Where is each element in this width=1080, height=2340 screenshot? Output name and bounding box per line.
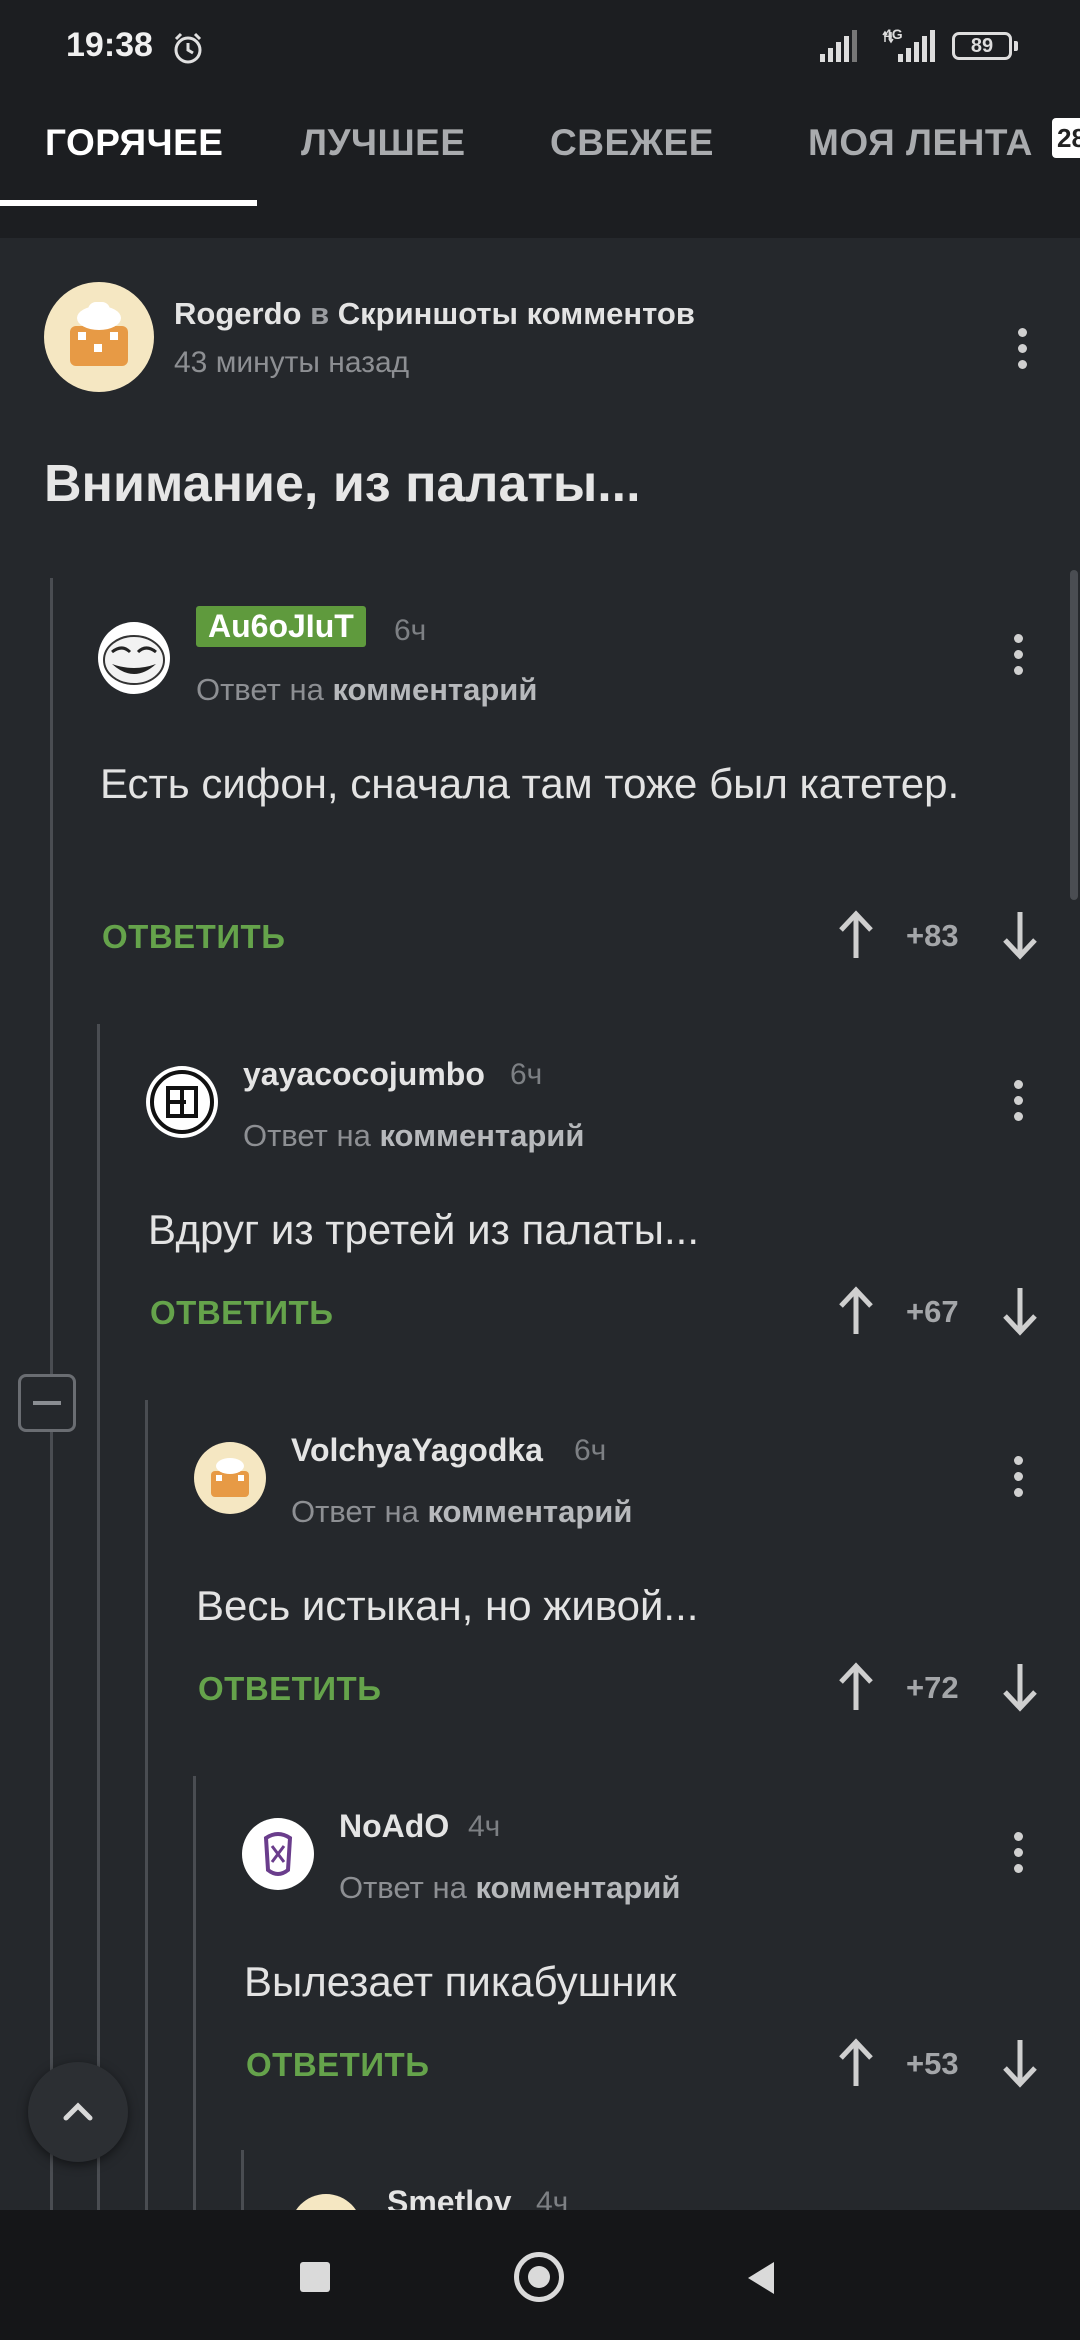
downvote-icon[interactable] <box>1000 1286 1040 1336</box>
comment-reply-to: Ответ на комментарий <box>196 672 538 707</box>
reply-button[interactable]: ОТВЕТИТЬ <box>102 918 285 956</box>
comment-more-icon[interactable] <box>1012 1832 1024 1876</box>
comment-age: 6ч <box>510 1058 543 1091</box>
status-bar: 19:38 4G 89 <box>0 0 1080 96</box>
recents-button[interactable] <box>300 2262 330 2292</box>
post-time: 43 минуты назад <box>174 346 410 379</box>
comment-age: 6ч <box>574 1434 607 1467</box>
tab-fresh[interactable]: СВЕЖЕЕ <box>550 122 714 164</box>
comment-username[interactable]: Au6oJIuT <box>196 606 366 647</box>
status-time: 19:38 <box>66 26 153 64</box>
comment-score: +67 <box>906 1294 959 1329</box>
thread-line-4 <box>193 1776 196 2210</box>
tab-my-feed[interactable]: МОЯ ЛЕНТА <box>808 122 1033 164</box>
post-community[interactable]: Скриншоты комментов <box>338 296 695 331</box>
upvote-icon[interactable] <box>836 1286 876 1336</box>
comment-username[interactable]: NoAdO <box>339 1808 449 1845</box>
thread-line-2 <box>97 1024 100 2210</box>
comment-text: Есть сифон, сначала там тоже был катетер… <box>100 760 960 807</box>
alarm-icon <box>174 32 202 64</box>
feed-tabs: ГОРЯЧЕЕ ЛУЧШЕЕ СВЕЖЕЕ МОЯ ЛЕНТА 28 <box>0 96 1080 208</box>
back-icon[interactable] <box>742 2258 778 2298</box>
divider <box>0 208 1080 238</box>
comment-score: +53 <box>906 2046 959 2081</box>
upvote-icon[interactable] <box>836 910 876 960</box>
comment-username[interactable]: VolchyaYagodka <box>291 1432 543 1469</box>
post-author-avatar[interactable] <box>44 282 154 392</box>
reply-button[interactable]: ОТВЕТИТЬ <box>246 2046 429 2084</box>
battery-icon: 89 <box>952 32 1018 60</box>
comment-avatar[interactable] <box>98 622 170 694</box>
scrollbar[interactable] <box>1070 570 1078 900</box>
comment-score: +72 <box>906 1670 959 1705</box>
comment-more-icon[interactable] <box>1012 1456 1024 1500</box>
comment-more-icon[interactable] <box>1012 634 1024 678</box>
comment-text: Вдруг из третей из палаты... <box>148 1206 699 1253</box>
downvote-icon[interactable] <box>1000 1662 1040 1712</box>
reply-button[interactable]: ОТВЕТИТЬ <box>150 1294 333 1332</box>
comment-reply-to: Ответ на комментарий <box>243 1118 585 1153</box>
comment-avatar[interactable] <box>194 1442 266 1514</box>
collapse-thread-button[interactable] <box>18 1374 76 1432</box>
comment-reply-to: Ответ на комментарий <box>339 1870 681 1905</box>
downvote-icon[interactable] <box>1000 2038 1040 2088</box>
comment-reply-to: Ответ на комментарий <box>291 1494 633 1529</box>
comment-text: Весь истыкан, но живой... <box>196 1582 699 1629</box>
comment-age: 4ч <box>468 1810 501 1843</box>
post-in-word: в <box>310 296 330 331</box>
active-tab-indicator <box>0 200 257 206</box>
home-button[interactable] <box>514 2252 564 2302</box>
reply-target-link[interactable]: комментарий <box>475 1870 680 1905</box>
reply-target-link[interactable]: комментарий <box>427 1494 632 1529</box>
post-title[interactable]: Внимание, из палаты... <box>44 454 641 514</box>
comment-more-icon[interactable] <box>1012 1080 1024 1124</box>
my-feed-count-badge: 28 <box>1052 118 1080 158</box>
upvote-icon[interactable] <box>836 1662 876 1712</box>
signal-icon <box>820 30 857 62</box>
post-meta: Rogerdo в Скриншоты комментов <box>174 296 695 332</box>
thread-line-5 <box>241 2150 244 2210</box>
reply-target-link[interactable]: комментарий <box>379 1118 584 1153</box>
reply-button[interactable]: ОТВЕТИТЬ <box>198 1670 381 1708</box>
thread-line-3 <box>145 1400 148 2210</box>
comment-username[interactable]: yayacocojumbo <box>243 1056 485 1093</box>
comment-text: Вылезает пикабушник <box>244 1958 677 2005</box>
downvote-icon[interactable] <box>1000 910 1040 960</box>
comment-avatar[interactable] <box>146 1066 218 1138</box>
signal-icon-2 <box>882 30 935 62</box>
post-author-name[interactable]: Rogerdo <box>174 296 301 331</box>
chevron-up-icon <box>63 2102 93 2121</box>
comment-avatar[interactable] <box>242 1818 314 1890</box>
tab-best[interactable]: ЛУЧШЕЕ <box>301 122 466 164</box>
comment-score: +83 <box>906 918 959 953</box>
reply-target-link[interactable]: комментарий <box>332 672 537 707</box>
tab-hot[interactable]: ГОРЯЧЕЕ <box>45 122 223 164</box>
post-more-icon[interactable] <box>1016 328 1028 372</box>
comment-age: 6ч <box>394 614 427 647</box>
upvote-icon[interactable] <box>836 2038 876 2088</box>
scroll-to-top-button[interactable] <box>28 2062 128 2162</box>
